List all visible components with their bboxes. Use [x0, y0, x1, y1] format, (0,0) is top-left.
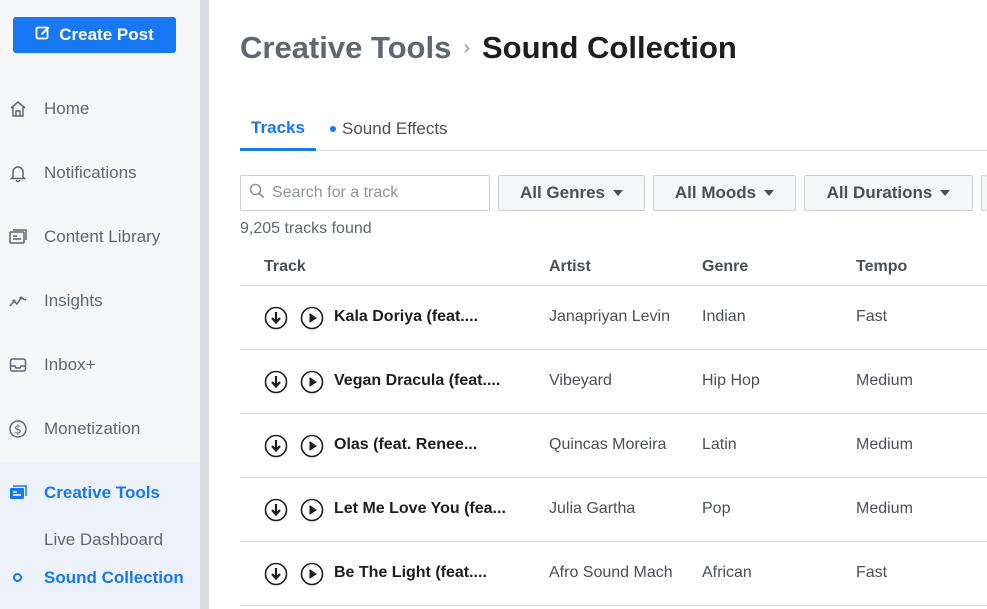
table-row[interactable]: Vegan Dracula (feat.... Vibeyard Hip Hop…	[240, 350, 987, 414]
home-icon	[7, 98, 29, 120]
filter-label: All Genres	[519, 183, 606, 202]
track-artist: Vibeyard	[549, 372, 612, 389]
play-icon[interactable]	[300, 306, 324, 330]
play-icon[interactable]	[300, 562, 324, 586]
track-tempo: Medium	[856, 372, 913, 389]
track-title: Be The Light (feat....	[334, 564, 487, 581]
edit-icon	[35, 25, 51, 46]
track-genre: Pop	[702, 500, 731, 517]
track-title: Vegan Dracula (feat....	[334, 372, 501, 389]
track-title: Olas (feat. Renee...	[334, 436, 478, 453]
create-post-button[interactable]: Create Post	[13, 17, 176, 53]
inbox-icon	[7, 354, 29, 376]
track-artist: Julia Gartha	[549, 500, 636, 517]
sidebar-item-inbox[interactable]: Inbox+	[0, 345, 200, 385]
column-header-genre: Genre	[702, 258, 749, 275]
content-library-icon	[7, 226, 29, 248]
track-genre: Latin	[702, 436, 737, 453]
sidebar-item-notifications[interactable]: Notifications	[0, 153, 200, 193]
sidebar-item-label: Notifications	[44, 163, 137, 182]
search-icon	[249, 183, 265, 204]
play-icon[interactable]	[300, 434, 324, 458]
search-input[interactable]	[272, 184, 482, 202]
svg-text:$: $	[14, 423, 22, 437]
column-header-track: Track	[264, 258, 306, 275]
sidebar-item-label: Creative Tools	[44, 483, 160, 502]
track-genre: Indian	[702, 308, 746, 325]
play-icon[interactable]	[300, 370, 324, 394]
play-icon[interactable]	[300, 498, 324, 522]
tab-label: Sound Effects	[342, 119, 448, 138]
download-icon[interactable]	[264, 370, 288, 394]
column-header-artist: Artist	[549, 258, 591, 275]
sidebar-item-label: Content Library	[44, 227, 161, 246]
track-artist: Afro Sound Mach	[549, 564, 673, 581]
track-title: Let Me Love You (fea...	[334, 500, 506, 517]
results-count: 9,205 tracks found	[240, 220, 372, 237]
sidebar-subitem-sound-collection[interactable]: Sound Collection	[44, 568, 184, 588]
sidebar-item-label: Home	[44, 99, 90, 118]
table-row[interactable]: Olas (feat. Renee... Quincas Moreira Lat…	[240, 414, 987, 478]
sidebar-divider	[200, 0, 209, 609]
mood-filter-dropdown[interactable]: All Moods	[653, 175, 796, 211]
column-header-tempo: Tempo	[856, 258, 908, 275]
dollar-icon: $	[7, 418, 29, 440]
table-row[interactable]: Let Me Love You (fea... Julia Gartha Pop…	[240, 478, 987, 542]
duration-filter-dropdown[interactable]: All Durations	[804, 175, 973, 211]
breadcrumb: Creative Tools › Sound Collection	[240, 30, 737, 66]
track-artist: Quincas Moreira	[549, 436, 667, 453]
sidebar-item-home[interactable]: Home	[0, 89, 200, 129]
track-tempo: Medium	[856, 436, 913, 453]
tab-tracks[interactable]: Tracks	[240, 108, 316, 151]
table-header: Track Artist Genre Tempo	[240, 252, 987, 286]
sidebar-item-label: Monetization	[44, 419, 141, 438]
track-tempo: Fast	[856, 564, 888, 581]
create-post-label: Create Post	[59, 25, 154, 44]
sidebar: Create Post Home Notifications Content L…	[0, 0, 200, 609]
filter-label: All Moods	[674, 183, 757, 202]
sidebar-item-content-library[interactable]: Content Library	[0, 217, 200, 257]
download-icon[interactable]	[264, 306, 288, 330]
track-tempo: Medium	[856, 500, 913, 517]
track-genre: Hip Hop	[702, 372, 760, 389]
download-icon[interactable]	[264, 562, 288, 586]
more-filter-dropdown[interactable]	[981, 175, 987, 211]
caret-down-icon	[940, 190, 951, 196]
tab-sound-effects[interactable]: Sound Effects	[330, 108, 448, 150]
table-row[interactable]: Kala Doriya (feat.... Janapriyan Levin I…	[240, 286, 987, 350]
sidebar-item-insights[interactable]: Insights	[0, 281, 200, 321]
active-dot-icon	[13, 573, 22, 582]
sidebar-item-label: Insights	[44, 291, 103, 310]
sidebar-item-label: Inbox+	[44, 355, 96, 374]
filter-label: All Durations	[826, 183, 933, 202]
caret-down-icon	[764, 190, 775, 196]
tab-bar: Tracks Sound Effects	[240, 108, 987, 151]
insights-icon	[7, 290, 29, 312]
sidebar-item-creative-tools[interactable]: Creative Tools	[0, 473, 200, 513]
page-title: Sound Collection	[482, 30, 737, 65]
bell-icon	[7, 162, 29, 184]
sidebar-item-monetization[interactable]: $ Monetization	[0, 409, 200, 449]
sidebar-subitem-live-dashboard[interactable]: Live Dashboard	[44, 530, 163, 550]
track-tempo: Fast	[856, 308, 888, 325]
new-dot-icon	[330, 126, 336, 132]
track-genre: African	[702, 564, 752, 581]
breadcrumb-parent[interactable]: Creative Tools	[240, 30, 451, 66]
track-artist: Janapriyan Levin	[549, 308, 670, 325]
table-row[interactable]: Be The Light (feat.... Afro Sound Mach A…	[240, 542, 987, 606]
genre-filter-dropdown[interactable]: All Genres	[498, 175, 645, 211]
download-icon[interactable]	[264, 498, 288, 522]
caret-down-icon	[613, 190, 624, 196]
download-icon[interactable]	[264, 434, 288, 458]
creative-tools-icon	[7, 482, 29, 504]
track-title: Kala Doriya (feat....	[334, 308, 479, 325]
search-box	[240, 175, 490, 211]
chevron-right-icon: ›	[463, 36, 470, 59]
